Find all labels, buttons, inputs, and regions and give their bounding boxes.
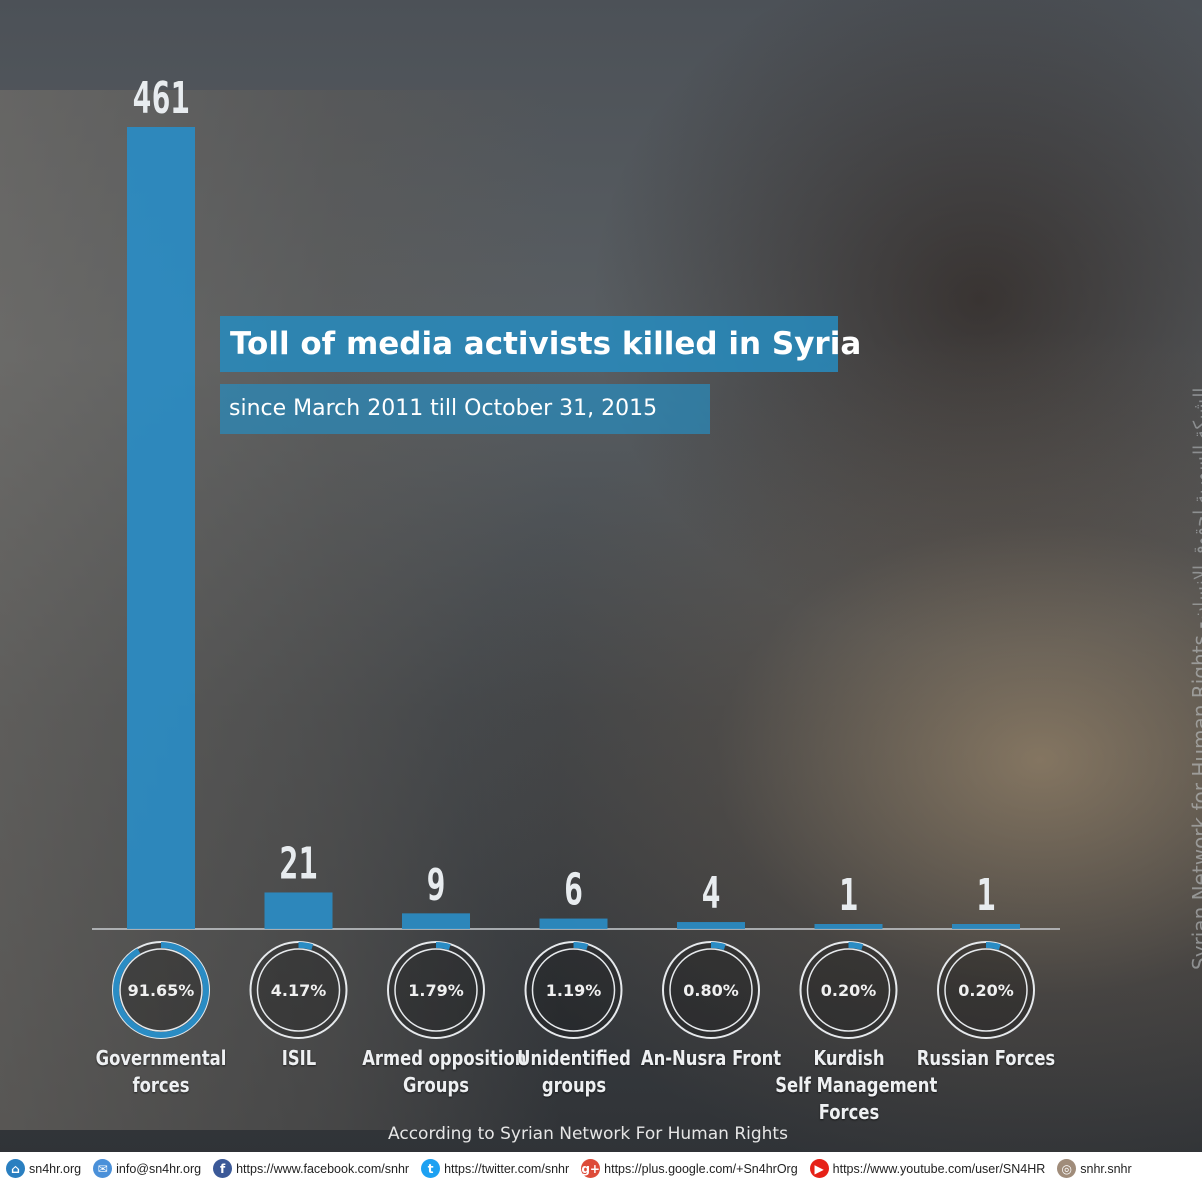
- category-label-2: Armed opposition Groups: [362, 1045, 527, 1099]
- category-label-line: groups: [541, 1073, 606, 1097]
- footer-link-3[interactable]: t https://twitter.com/snhr: [421, 1159, 569, 1178]
- footer-link-5[interactable]: ▶ https://www.youtube.com/user/SN4HR: [809, 1159, 1046, 1178]
- facebook-icon: f: [213, 1159, 233, 1178]
- google-plus-icon: g+: [581, 1159, 601, 1178]
- footer-link-text: https://twitter.com/snhr: [444, 1161, 570, 1176]
- category-label-line: forces: [132, 1073, 190, 1097]
- footer-link-4[interactable]: g+ https://plus.google.com/+Sn4hrOrg: [581, 1159, 798, 1178]
- category-label-6: Russian Forces: [912, 1045, 1060, 1072]
- value-label-3: 6: [564, 864, 583, 916]
- category-label-4: An-Nusra Front: [637, 1045, 785, 1072]
- watermark: Syrian Network for Human Rights -: [1188, 622, 1202, 970]
- bar-3: [539, 918, 608, 929]
- value-label-2: 9: [426, 859, 445, 911]
- category-label-5: Kurdish Self Management Forces: [774, 1045, 937, 1126]
- category-label-line: Kurdish: [813, 1046, 884, 1070]
- category-label-3: Unidentified groups: [500, 1045, 648, 1099]
- bar-5: [814, 924, 883, 929]
- chart-subtitle: since March 2011 till October 31, 2015: [229, 396, 658, 421]
- home-icon: ⌂: [6, 1159, 25, 1178]
- percent-label-1: 4.17%: [271, 981, 327, 1000]
- twitter-icon: t: [421, 1159, 441, 1178]
- bar-0: [127, 127, 195, 929]
- category-label-line: Russian Forces: [916, 1046, 1056, 1070]
- footer-link-text: sn4hr.org: [29, 1161, 82, 1176]
- footer-link-text: https://www.youtube.com/user/SN4HR: [832, 1161, 1046, 1176]
- category-label-line: An-Nusra Front: [640, 1046, 782, 1070]
- value-label-0: 461: [132, 73, 189, 125]
- instagram-icon: ◎: [1057, 1159, 1077, 1178]
- category-label-line: Groups: [402, 1073, 469, 1097]
- watermark-arabic: الشبكة السورية لحقوق الإنسان: [1190, 387, 1202, 620]
- footer-link-1[interactable]: ✉ info@sn4hr.org: [93, 1159, 201, 1178]
- value-label-5: 1: [839, 870, 858, 922]
- value-label-6: 1: [976, 870, 995, 922]
- chart-title: Toll of media activists killed in Syria: [230, 326, 862, 362]
- category-label-1: ISIL: [225, 1045, 373, 1072]
- percent-label-2: 1.79%: [408, 981, 464, 1000]
- percent-label-4: 0.80%: [683, 981, 739, 1000]
- footer-bar: ⌂ sn4hr.org ✉ info@sn4hr.org f https://www.fa…: [0, 1152, 1202, 1185]
- percent-label-5: 0.20%: [821, 981, 877, 1000]
- source-note: According to Syrian Network For Human Ri…: [388, 1124, 788, 1144]
- category-label-line: ISIL: [281, 1046, 316, 1070]
- footer-link-text: https://www.facebook.com/snhr: [236, 1161, 410, 1176]
- bar-6: [952, 924, 1020, 929]
- percent-label-0: 91.65%: [128, 981, 195, 1000]
- mail-icon: ✉: [93, 1159, 113, 1178]
- percent-label-6: 0.20%: [958, 981, 1014, 1000]
- bar-4: [677, 922, 745, 929]
- category-label-line: Forces: [818, 1100, 879, 1124]
- value-label-1: 21: [279, 838, 317, 890]
- footer-link-text: snhr.snhr: [1080, 1161, 1132, 1176]
- percent-label-3: 1.19%: [546, 981, 602, 1000]
- category-label-0: Governmental forces: [87, 1045, 235, 1099]
- category-label-line: Armed opposition: [362, 1046, 527, 1070]
- footer-link-6[interactable]: ◎ snhr.snhr: [1057, 1159, 1132, 1178]
- bar-1: [264, 892, 333, 929]
- footer-link-text: info@sn4hr.org: [116, 1161, 202, 1176]
- footer-link-0[interactable]: ⌂ sn4hr.org: [6, 1159, 81, 1178]
- youtube-icon: ▶: [809, 1159, 829, 1178]
- footer-link-text: https://plus.google.com/+Sn4hrOrg: [604, 1161, 798, 1176]
- category-label-line: Governmental: [95, 1046, 227, 1070]
- bar-chart: 461 21 9 6 4 1 1 91.65% 4.17% 1.79% 1.19% 0.80% 0.2…: [92, 73, 1060, 1039]
- bar-2: [402, 913, 470, 929]
- footer-link-2[interactable]: f https://www.facebook.com/snhr: [213, 1159, 409, 1178]
- category-label-line: Self Management: [774, 1073, 937, 1097]
- category-label-line: Unidentified: [516, 1046, 631, 1070]
- value-label-4: 4: [701, 868, 720, 920]
